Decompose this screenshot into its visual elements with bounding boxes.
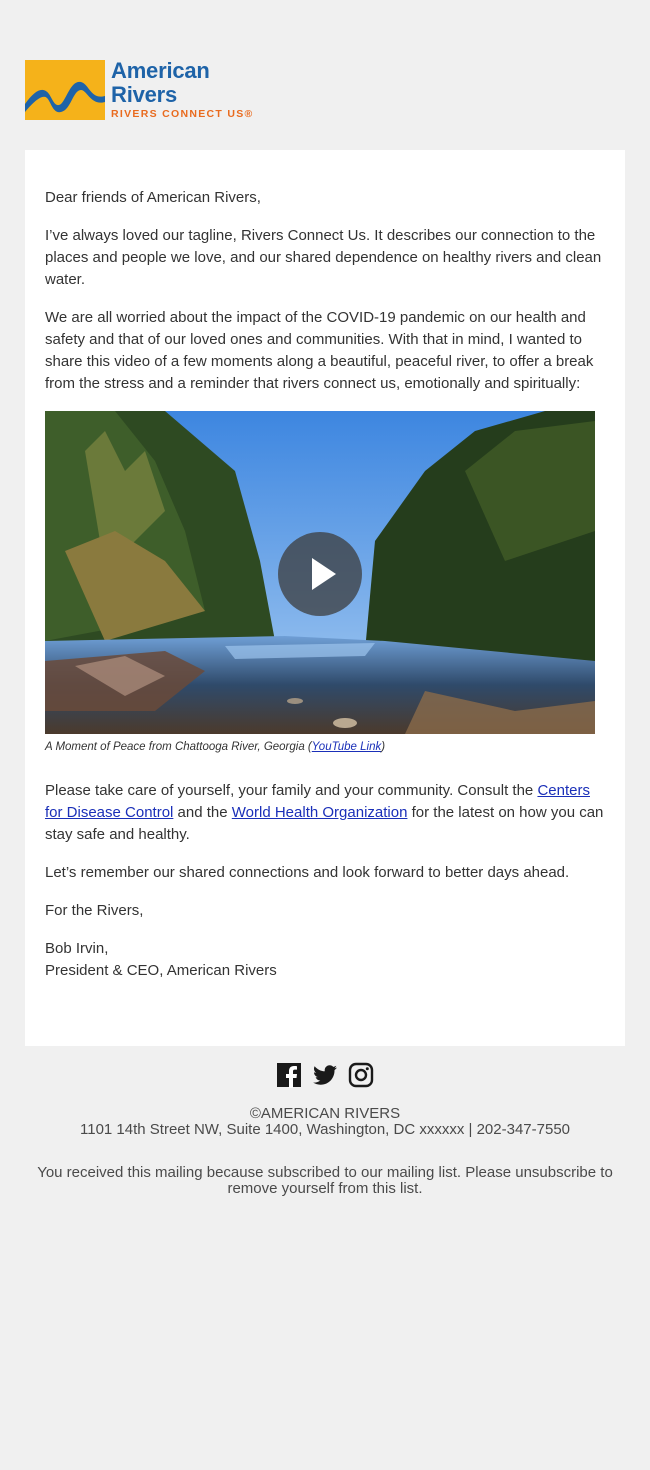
subscription-notice: You received this mailing because subscr… — [37, 1164, 613, 1197]
who-link[interactable]: World Health Organization — [232, 804, 408, 821]
logo-text: American Rivers RIVERS CONNECT US® — [111, 59, 275, 121]
video-caption: A Moment of Peace from Chattooga River, … — [45, 740, 605, 754]
sign-off: For the Rivers, — [45, 902, 144, 919]
greeting: Dear friends of American Rivers, — [45, 189, 261, 206]
caption-text: A Moment of Peace from Chattooga River, … — [45, 741, 312, 753]
facebook-icon[interactable] — [276, 1062, 302, 1088]
social-links — [0, 1062, 650, 1090]
mailing-address: 1101 14th Street NW, Suite 1400, Washing… — [80, 1121, 570, 1138]
caption-close: ) — [381, 741, 386, 753]
twitter-icon[interactable] — [312, 1062, 338, 1088]
play-button[interactable] — [278, 532, 362, 616]
letter-card: Dear friends of American Rivers, I’ve al… — [25, 150, 625, 1046]
email-footer: ©AMERICAN RIVERS 1101 14th Street NW, Su… — [0, 1106, 650, 1197]
video-thumbnail[interactable] — [45, 411, 595, 734]
signature-title: President & CEO, American Rivers — [45, 962, 277, 979]
instagram-icon[interactable] — [348, 1062, 374, 1088]
copyright: ©AMERICAN RIVERS — [249, 1105, 401, 1122]
care-text-a: Please take care of yourself, your famil… — [45, 782, 538, 799]
signature: Bob Irvin, President & CEO, American Rive… — [45, 938, 605, 982]
american-rivers-logo[interactable]: American Rivers RIVERS CONNECT US® — [25, 59, 275, 121]
youtube-link[interactable]: YouTube Link — [312, 741, 381, 753]
letter-body: Dear friends of American Rivers, I’ve al… — [45, 187, 605, 982]
play-icon — [312, 558, 336, 590]
signature-name: Bob Irvin, — [45, 940, 109, 957]
email-header: American Rivers RIVERS CONNECT US® — [0, 0, 650, 150]
logo-tagline: RIVERS CONNECT US® — [111, 108, 254, 120]
care-text-b: and the — [173, 804, 232, 821]
paragraph-remember: Let’s remember our shared connections an… — [45, 864, 570, 881]
paragraph-care: Please take care of yourself, your famil… — [45, 780, 605, 846]
logo-title: American Rivers — [111, 58, 210, 107]
paragraph-covid: We are all worried about the impact of t… — [45, 309, 594, 392]
river-wave-icon — [25, 60, 105, 120]
paragraph-tagline: I’ve always loved our tagline, Rivers Co… — [45, 227, 602, 288]
